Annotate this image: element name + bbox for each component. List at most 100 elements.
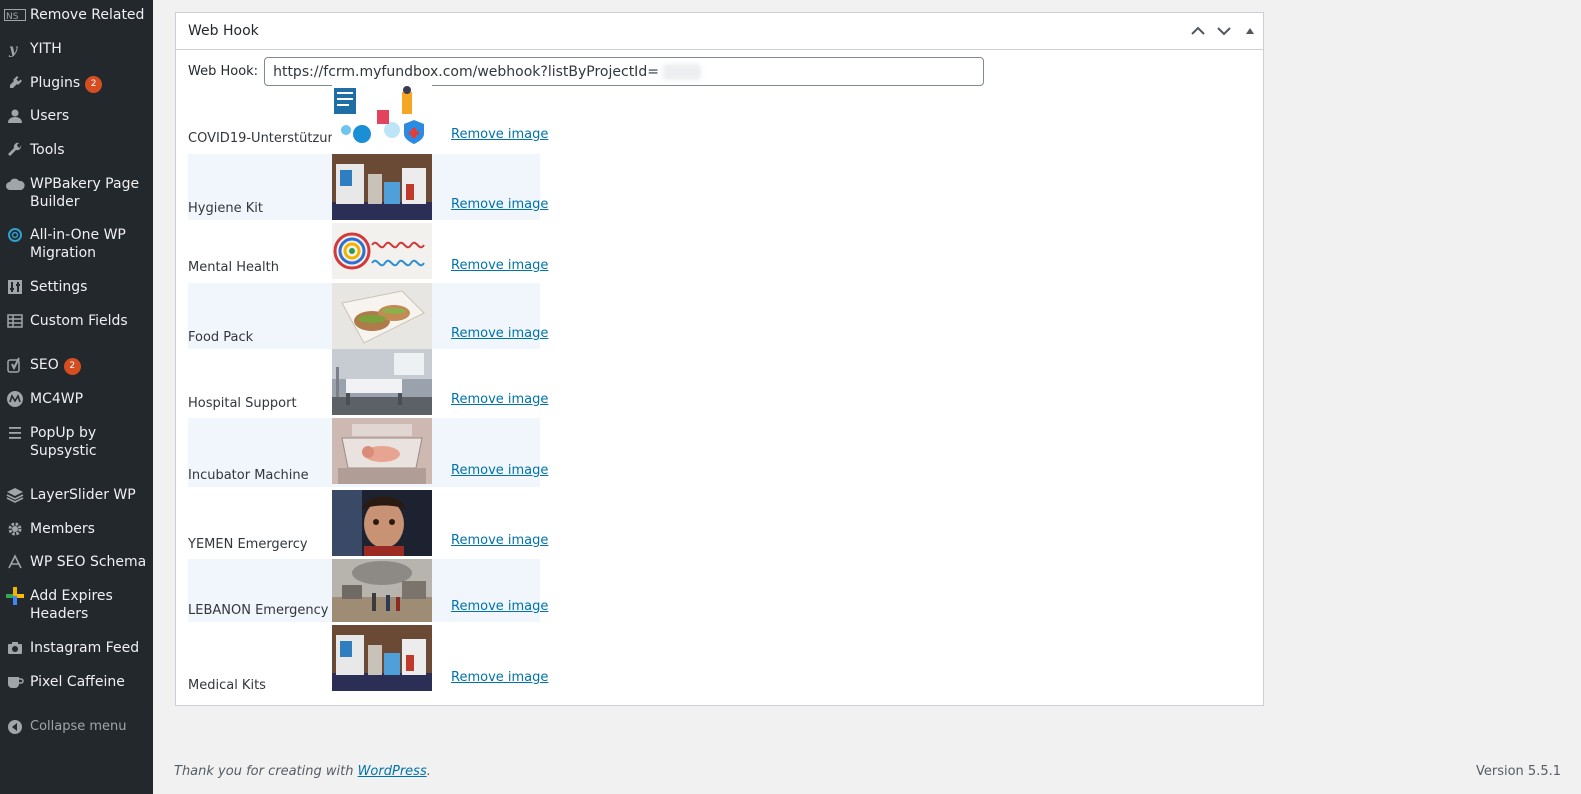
sidebar-item-tools[interactable]: Tools: [0, 141, 153, 159]
webhook-field-row: Web Hook: https://fcrm.myfundbox.com/web…: [188, 57, 985, 86]
sidebar-item-label: LayerSlider WP: [30, 487, 136, 503]
redacted-id: [662, 63, 701, 80]
sidebar-item-wpbakery[interactable]: WPBakery Page Builder: [0, 175, 153, 211]
wordpress-link[interactable]: WordPress: [358, 764, 427, 779]
footer-thanks: Thank you for creating with WordPress.: [174, 764, 431, 779]
sidebar-item-label: Settings: [30, 279, 88, 295]
admin-sidebar: NS Remove Related y YITH Plugins 2 Users …: [0, 0, 153, 794]
sidebar-item-remove-related[interactable]: NS Remove Related: [0, 6, 153, 24]
image-row-covid19: COVID19-Unterstützung Remove image: [188, 84, 548, 150]
thumbnail-covid19: [332, 84, 432, 150]
camera-icon: [0, 639, 30, 657]
update-count-badge: 2: [85, 76, 103, 93]
remove-image-link[interactable]: Remove image: [451, 670, 548, 685]
plugin-icon: [0, 74, 30, 92]
remove-image-link[interactable]: Remove image: [451, 599, 548, 614]
settings-sliders-icon: [0, 278, 30, 296]
svg-text:y: y: [8, 42, 18, 57]
webhook-input[interactable]: https://fcrm.myfundbox.com/webhook?listB…: [264, 57, 985, 86]
row-label: Mental Health: [188, 260, 279, 275]
web-hook-metabox: Web Hook Web Hook: https://fcrm.myfundbo…: [175, 12, 1264, 706]
collapse-menu-button[interactable]: Collapse menu: [0, 718, 153, 736]
image-row-incubator-machine: Incubator Machine Remove image: [188, 418, 548, 487]
thumbnail-medical-kits: [332, 625, 432, 691]
toggle-panel-button[interactable]: [1237, 13, 1263, 49]
remove-image-link[interactable]: Remove image: [451, 326, 548, 341]
row-label: LEBANON Emergency: [188, 603, 329, 618]
row-label: Hospital Support: [188, 396, 297, 411]
image-row-food-pack: Food Pack Remove image: [188, 283, 548, 349]
sidebar-item-label: Custom Fields: [30, 313, 128, 329]
layers-icon: [0, 486, 30, 504]
sidebar-item-label: Members: [30, 521, 95, 537]
sidebar-item-add-expires-headers[interactable]: Add Expires Headers: [0, 587, 153, 623]
schema-icon: [0, 553, 30, 571]
sidebar-item-settings[interactable]: Settings: [0, 278, 153, 296]
sidebar-item-label: SEO: [30, 357, 59, 373]
sidebar-item-label: All-in-One WP Migration: [30, 227, 126, 261]
sidebar-item-seo[interactable]: SEO 2: [0, 356, 153, 375]
thumbnail-hospital-support: [332, 349, 432, 415]
remove-image-link[interactable]: Remove image: [451, 197, 548, 212]
remove-image-link[interactable]: Remove image: [451, 533, 548, 548]
sidebar-item-mc4wp[interactable]: MC4WP: [0, 390, 153, 408]
sidebar-item-label: MC4WP: [30, 391, 84, 407]
sidebar-item-popup-supsystic[interactable]: PopUp by Supsystic: [0, 424, 153, 460]
footer-thanks-text: Thank you for creating with: [174, 764, 358, 779]
metabox-title: Web Hook: [188, 23, 259, 39]
sidebar-item-label: Tools: [30, 142, 65, 158]
sidebar-item-label: PopUp by Supsystic: [30, 425, 97, 459]
sidebar-item-members[interactable]: Members: [0, 520, 153, 538]
image-row-mental-health: Mental Health Remove image: [188, 223, 548, 279]
yoast-icon: [0, 356, 30, 374]
plus-color-icon: [0, 587, 30, 605]
row-label: YEMEN Emergercy: [188, 537, 308, 552]
sidebar-item-plugins[interactable]: Plugins 2: [0, 74, 153, 93]
image-row-lebanon-emergency: LEBANON Emergency Remove image: [188, 559, 548, 622]
sidebar-item-yith[interactable]: y YITH: [0, 40, 153, 58]
remove-image-link[interactable]: Remove image: [451, 127, 548, 142]
coffee-cup-icon: [0, 673, 30, 691]
migration-icon: [0, 226, 30, 244]
thumbnail-incubator-machine: [332, 418, 432, 484]
sidebar-item-label: Plugins: [30, 75, 81, 91]
sidebar-item-layerslider[interactable]: LayerSlider WP: [0, 486, 153, 504]
sidebar-item-all-in-one-migration[interactable]: All-in-One WP Migration: [0, 226, 153, 262]
sidebar-item-label: Pixel Caffeine: [30, 674, 125, 690]
webhook-value: https://fcrm.myfundbox.com/webhook?listB…: [273, 63, 659, 80]
grid-table-icon: [0, 312, 30, 330]
sidebar-item-label: WPBakery Page Builder: [30, 176, 140, 210]
collapse-arrow-icon: [0, 718, 30, 736]
popup-icon: [0, 424, 30, 442]
sidebar-item-custom-fields[interactable]: Custom Fields: [0, 312, 153, 330]
remove-image-link[interactable]: Remove image: [451, 258, 548, 273]
sidebar-item-users[interactable]: Users: [0, 107, 153, 125]
notification-count-badge: 2: [63, 358, 81, 375]
remove-image-link[interactable]: Remove image: [451, 392, 548, 407]
gear-icon: [0, 520, 30, 538]
cloud-icon: [0, 175, 30, 193]
thumbnail-mental-health: [332, 223, 432, 279]
sidebar-item-instagram-feed[interactable]: Instagram Feed: [0, 639, 153, 657]
remove-image-link[interactable]: Remove image: [451, 463, 548, 478]
sidebar-item-wp-seo-schema[interactable]: WP SEO Schema: [0, 553, 153, 571]
thumbnail-hygiene-kit: [332, 154, 432, 220]
image-row-yemen-emergency: YEMEN Emergercy Remove image: [188, 490, 548, 556]
svg-text:NS: NS: [6, 12, 19, 21]
sidebar-item-label: Add Expires Headers: [30, 588, 113, 622]
move-up-button[interactable]: [1185, 13, 1211, 49]
triangle-up-icon: [1246, 28, 1254, 34]
thumbnail-food-pack: [332, 283, 432, 349]
sidebar-item-pixel-caffeine[interactable]: Pixel Caffeine: [0, 673, 153, 691]
thumbnail-yemen-emergency: [332, 490, 432, 556]
row-label: Medical Kits: [188, 678, 266, 693]
chevron-up-icon: [1191, 26, 1205, 35]
collapse-menu-label: Collapse menu: [30, 719, 127, 734]
metabox-header: Web Hook: [176, 13, 1263, 50]
sidebar-item-label: Remove Related: [30, 7, 145, 23]
mc4wp-icon: [0, 390, 30, 408]
yith-icon: y: [0, 40, 30, 58]
move-down-button[interactable]: [1211, 13, 1237, 49]
metabox-controls: [1185, 13, 1263, 49]
image-row-hospital-support: Hospital Support Remove image: [188, 349, 548, 415]
